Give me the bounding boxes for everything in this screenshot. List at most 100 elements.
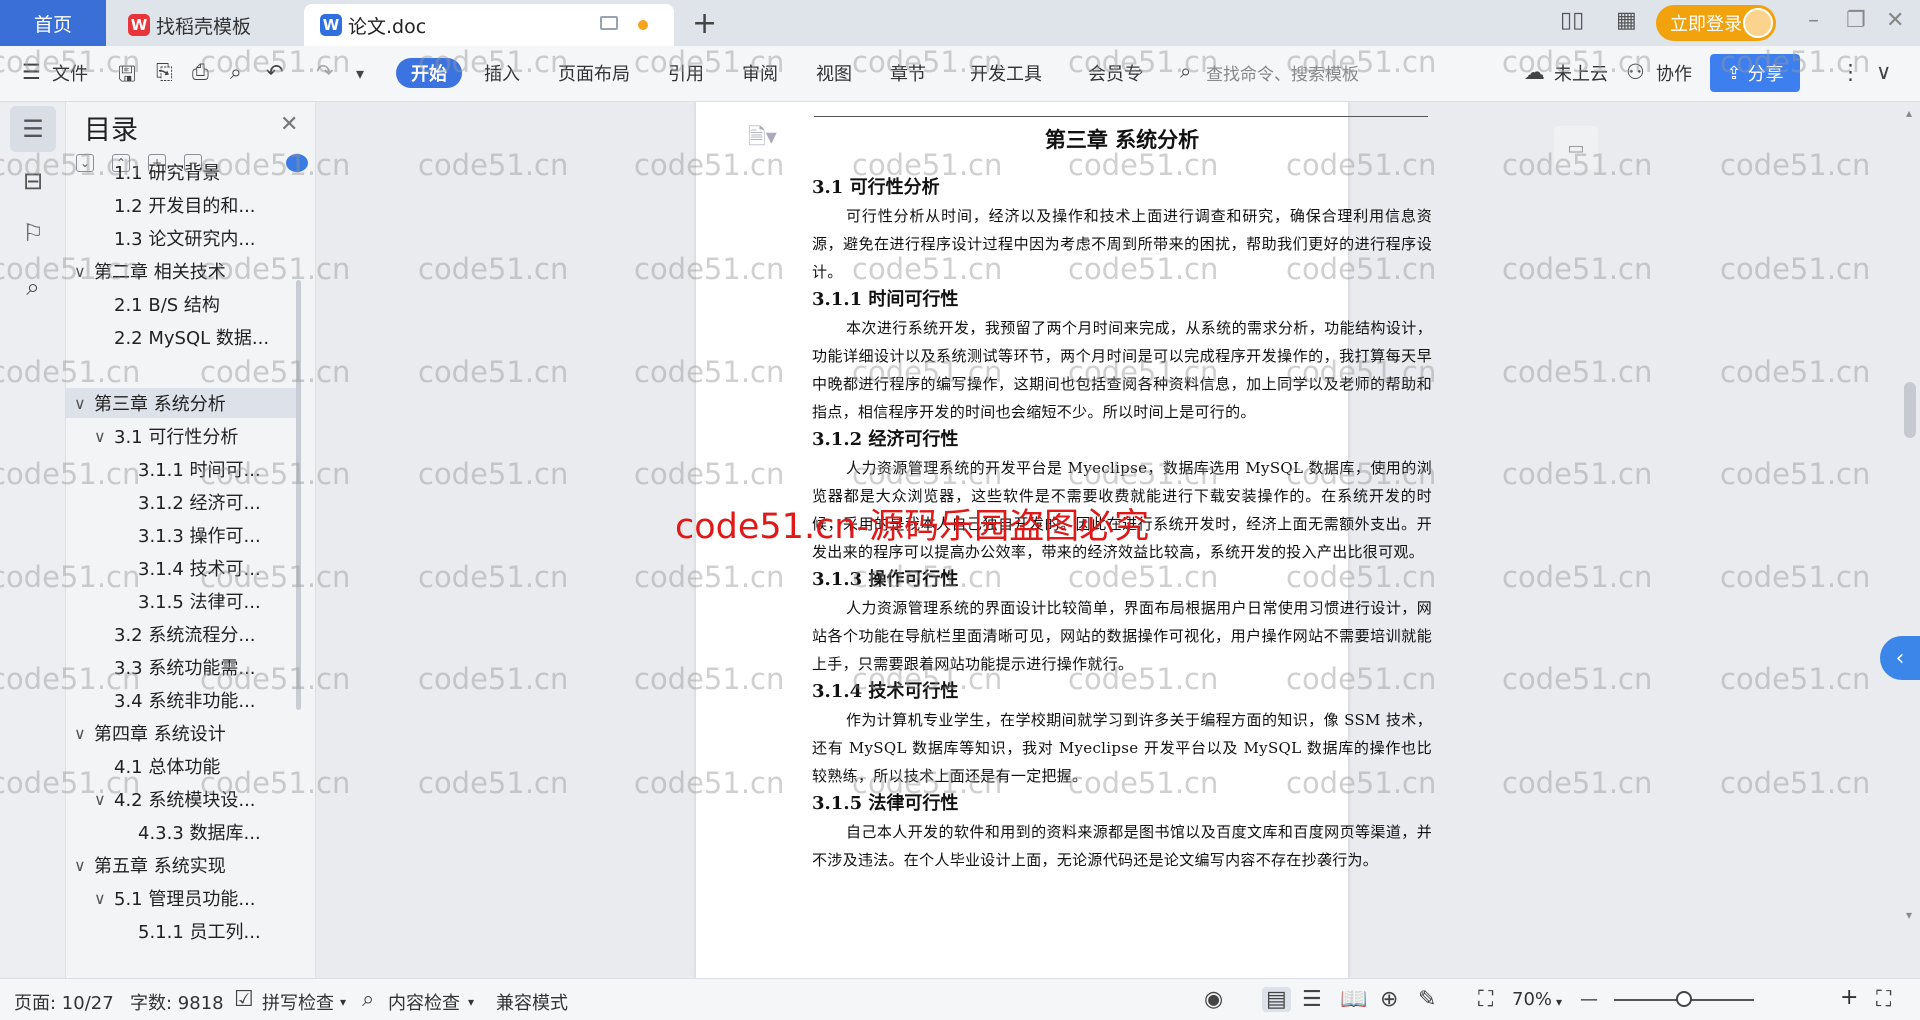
reading-view-icon[interactable]: 📖 xyxy=(1340,987,1367,1012)
page-options-icon[interactable]: 🗎▾ xyxy=(748,120,777,158)
toc-item[interactable]: 3.4 系统非功能... xyxy=(66,685,298,715)
toc-item[interactable]: ∨ 3.1 可行性分析 xyxy=(66,421,298,451)
bookmark-icon[interactable]: ⚐ xyxy=(10,210,56,256)
ribbon-tab-chapter[interactable]: 章节 xyxy=(890,60,926,86)
undo-icon[interactable]: ↶ xyxy=(266,60,284,84)
new-tab-button[interactable]: + xyxy=(692,6,717,41)
toc-item[interactable]: 4.3.3 数据库... xyxy=(66,817,298,847)
toc-close-icon[interactable]: ✕ xyxy=(280,112,298,137)
toc-item[interactable]: 3.1.5 法律可... xyxy=(66,586,298,616)
ribbon-tab-view[interactable]: 视图 xyxy=(816,60,852,86)
web-view-icon[interactable]: ⊕ xyxy=(1380,987,1398,1012)
toc-item[interactable]: ∨ 第四章 系统设计 xyxy=(66,718,298,748)
ribbon-tab-insert[interactable]: 插入 xyxy=(484,60,520,86)
toc-item[interactable]: 3.2 系统流程分... xyxy=(66,619,298,649)
toc-item[interactable]: 3.1.3 操作可... xyxy=(66,520,298,550)
toc-item[interactable]: 4.1 总体功能 xyxy=(66,751,298,781)
toc-item[interactable]: 5.1.1 员工列... xyxy=(66,916,298,946)
content-check-dropdown-icon[interactable]: ▾ xyxy=(468,995,474,1009)
spell-check-button[interactable]: 拼写检查 xyxy=(262,989,334,1015)
write-mode-icon[interactable]: ✎ xyxy=(1418,987,1436,1012)
toc-item[interactable]: ∨ 第三章 系统分析 xyxy=(66,388,298,418)
ribbon-tab-layout[interactable]: 页面布局 xyxy=(558,60,630,86)
document-body[interactable]: 第三章 系统分析 3.1 可行性分析 可行性分析从时间，经济以及操作和技术上面进行… xyxy=(812,116,1432,874)
fullscreen-icon[interactable]: ⛶ xyxy=(1876,987,1891,1012)
more-icon[interactable]: ⋮ xyxy=(1840,60,1861,84)
navigation-icon[interactable]: ⊟ xyxy=(10,158,56,204)
toc-item[interactable]: 3.1.1 时间可... xyxy=(66,454,298,484)
tab-document[interactable]: W 论文.doc xyxy=(304,4,674,46)
vertical-scroll-thumb[interactable] xyxy=(1904,382,1916,438)
toc-item[interactable]: 3.1.2 经济可... xyxy=(66,487,298,517)
apps-grid-icon[interactable]: ▦ xyxy=(1616,8,1637,33)
ribbon-tab-start[interactable]: 开始 xyxy=(396,58,462,88)
toc-item[interactable]: ∨ 第五章 系统实现 xyxy=(66,850,298,880)
toc-expand-arrow-icon[interactable]: ∨ xyxy=(74,394,94,413)
page-view-icon[interactable]: ▤ xyxy=(1262,987,1291,1012)
toc-expand-arrow-icon[interactable]: ∨ xyxy=(94,889,114,908)
zoom-out-button[interactable]: — xyxy=(1580,989,1598,1010)
toc-item[interactable]: 1.3 论文研究内... xyxy=(66,223,298,253)
spell-dropdown-icon[interactable]: ▾ xyxy=(340,995,346,1009)
outline-view-icon[interactable]: ☰ xyxy=(1302,987,1322,1012)
restore-button[interactable]: ❐ xyxy=(1846,8,1866,33)
minimize-button[interactable]: – xyxy=(1808,8,1819,33)
scroll-down-icon[interactable]: ▾ xyxy=(1906,908,1912,922)
print-preview-icon[interactable]: ⌕ xyxy=(230,60,242,85)
toc-item[interactable]: 3.3 系统功能需... xyxy=(66,652,298,682)
toc-panel-icon[interactable]: ☰ xyxy=(10,106,56,152)
zoom-slider-knob[interactable] xyxy=(1676,991,1692,1007)
toc-item[interactable]: 3.1.4 技术可... xyxy=(66,553,298,583)
toc-expand-arrow-icon[interactable]: ∨ xyxy=(94,427,114,446)
toc-item[interactable] xyxy=(66,355,298,385)
eye-protection-icon[interactable]: ◉ xyxy=(1204,987,1223,1012)
tab-templates[interactable]: W 找稻壳模板 xyxy=(112,4,302,46)
export-pdf-icon[interactable]: ⎘ xyxy=(156,60,173,85)
toc-scrollbar[interactable] xyxy=(296,280,301,710)
word-count[interactable]: 字数: 9818 xyxy=(130,989,224,1015)
layout-icon[interactable]: ▯▯ xyxy=(1560,8,1584,33)
vertical-scrollbar[interactable] xyxy=(1900,102,1920,978)
quick-access-dropdown-icon[interactable]: ▾ xyxy=(356,64,364,83)
zoom-dropdown-icon[interactable]: ▾ xyxy=(1556,995,1562,1009)
toc-expand-arrow-icon[interactable]: ∨ xyxy=(74,856,94,875)
toc-item[interactable]: 1.1 研究背景 xyxy=(66,157,298,187)
collab-button[interactable]: 协作 xyxy=(1656,60,1692,86)
page-count[interactable]: 页面: 10/27 xyxy=(14,989,114,1015)
toc-item[interactable]: ∨ 4.2 系统模块设... xyxy=(66,784,298,814)
close-button[interactable]: ✕ xyxy=(1886,8,1904,33)
menu-icon[interactable]: ☰ xyxy=(22,60,41,84)
scroll-up-icon[interactable]: ▴ xyxy=(1906,106,1912,120)
share-button[interactable]: ⇪ 分享 xyxy=(1710,54,1800,92)
redo-icon[interactable]: ↷ xyxy=(316,60,334,84)
ribbon-tab-developer[interactable]: 开发工具 xyxy=(970,60,1042,86)
tab-home[interactable]: 首页 xyxy=(0,0,106,46)
toc-item[interactable]: 2.2 MySQL 数据... xyxy=(66,322,298,352)
toc-expand-arrow-icon[interactable]: ∨ xyxy=(94,790,114,809)
toc-item[interactable]: 2.1 B/S 结构 xyxy=(66,289,298,319)
login-button[interactable]: 立即登录 xyxy=(1656,5,1776,41)
ribbon-expand-icon[interactable]: ∨ xyxy=(1876,60,1891,84)
toc-expand-arrow-icon[interactable]: ∨ xyxy=(74,262,94,281)
find-icon[interactable]: ⌕ xyxy=(10,264,56,310)
save-icon[interactable]: 🖫 xyxy=(118,60,136,95)
ribbon-tab-references[interactable]: 引用 xyxy=(668,60,704,86)
toc-item[interactable]: ∨ 5.1 管理员功能... xyxy=(66,883,298,913)
monitor-icon[interactable] xyxy=(600,16,618,30)
ribbon-tab-review[interactable]: 审阅 xyxy=(742,60,778,86)
cloud-status[interactable]: 未上云 xyxy=(1554,60,1608,86)
chevron-right-icon[interactable]: › xyxy=(1138,64,1144,80)
zoom-in-button[interactable]: + xyxy=(1840,985,1858,1010)
document-page[interactable]: 🗎▾ 第三章 系统分析 3.1 可行性分析 可行性分析从时间，经济以及操作和技术上… xyxy=(696,102,1432,978)
toc-item[interactable]: ∨ 第二章 相关技术 xyxy=(66,256,298,286)
toc-expand-arrow-icon[interactable]: ∨ xyxy=(74,724,94,743)
content-check-button[interactable]: 内容检查 xyxy=(388,989,460,1015)
fit-page-icon[interactable]: ⛶ xyxy=(1478,987,1493,1012)
zoom-level[interactable]: 70% xyxy=(1512,989,1552,1010)
file-menu[interactable]: 文件 xyxy=(52,60,88,86)
side-panel-toggle-icon[interactable]: ▭ xyxy=(1554,126,1598,170)
print-icon[interactable]: ⎙ xyxy=(192,60,209,85)
ribbon-tab-member[interactable]: 会员专 xyxy=(1088,60,1142,86)
toc-item[interactable]: 1.2 开发目的和... xyxy=(66,190,298,220)
command-search-input[interactable]: 查找命令、搜索模板 xyxy=(1206,60,1359,85)
